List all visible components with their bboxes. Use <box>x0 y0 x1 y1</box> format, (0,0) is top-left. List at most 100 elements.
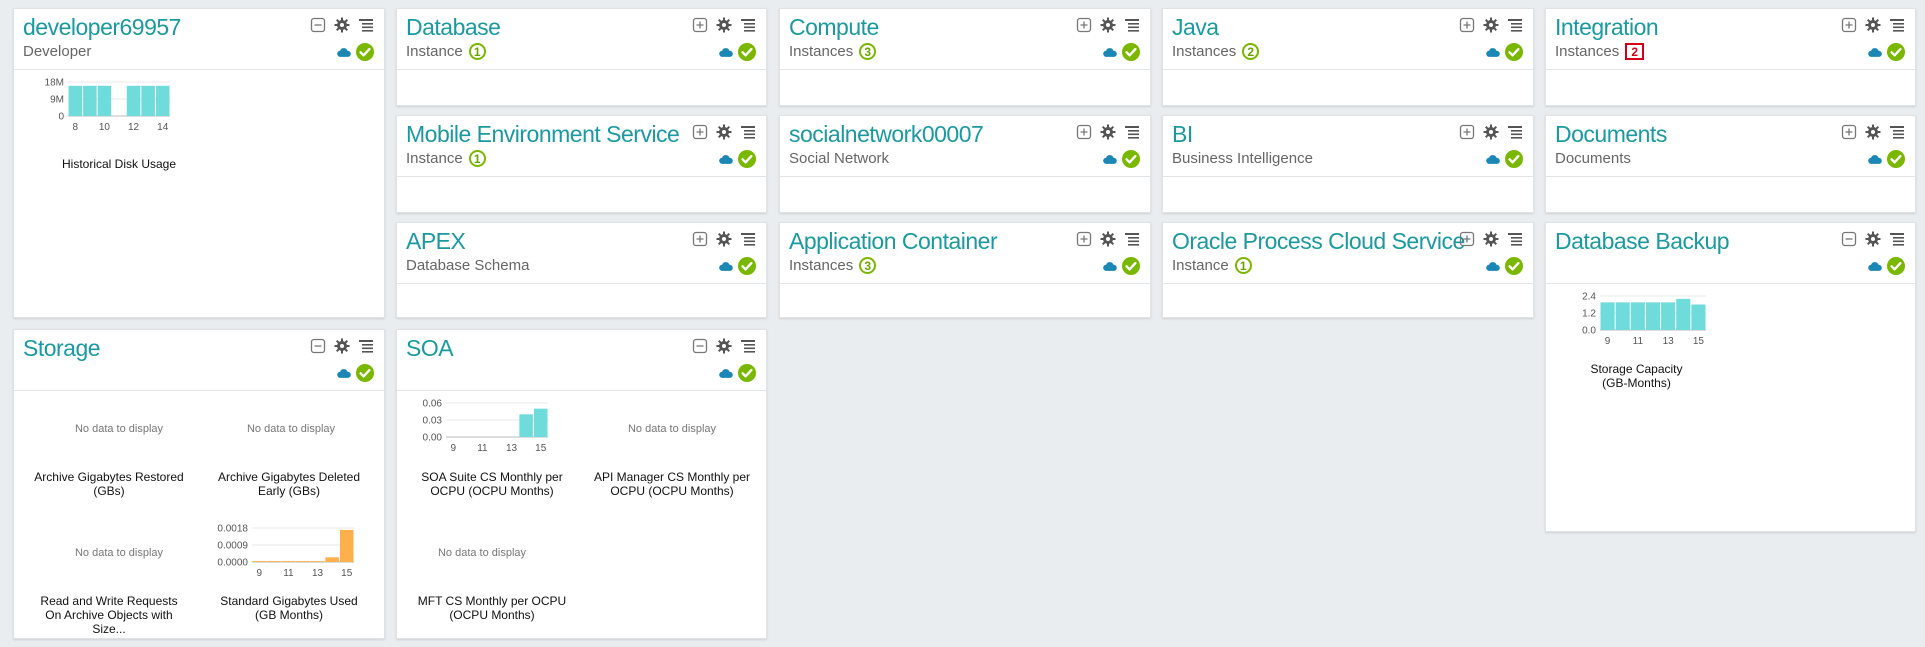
card-title[interactable]: Oracle Process Cloud Service <box>1172 228 1465 255</box>
card-subtitle: Business Intelligence <box>1172 150 1313 167</box>
status-area <box>1868 150 1905 168</box>
card-title[interactable]: Integration <box>1555 14 1659 41</box>
instance-count-badge[interactable]: 1 <box>468 43 486 60</box>
card-header: Oracle Process Cloud Service Instance 1 <box>1163 223 1533 284</box>
bar[interactable] <box>533 408 548 437</box>
bar[interactable] <box>310 561 325 562</box>
bar[interactable] <box>155 85 170 116</box>
card-title[interactable]: socialnetwork00007 <box>789 121 984 148</box>
expand-icon[interactable] <box>1076 124 1092 140</box>
gear-icon[interactable] <box>716 17 732 33</box>
gear-icon[interactable] <box>716 338 732 354</box>
card-title[interactable]: Mobile Environment Service <box>406 121 680 148</box>
instance-count-badge[interactable]: 3 <box>859 257 877 274</box>
expand-icon[interactable] <box>692 124 708 140</box>
menu-icon[interactable] <box>1507 124 1523 140</box>
gear-icon[interactable] <box>1865 17 1881 33</box>
y-tick-label: 18M <box>45 78 64 89</box>
check-icon <box>738 364 756 382</box>
gear-icon[interactable] <box>1100 124 1116 140</box>
collapse-icon[interactable] <box>1841 231 1857 247</box>
expand-icon[interactable] <box>1459 124 1475 140</box>
y-tick-label: 0.0 <box>1582 326 1596 337</box>
expand-icon[interactable] <box>1076 17 1092 33</box>
expand-icon[interactable] <box>1841 124 1857 140</box>
gear-icon[interactable] <box>716 124 732 140</box>
card-title[interactable]: BI <box>1172 121 1193 148</box>
subtitle-text: Instance <box>406 43 463 60</box>
expand-icon[interactable] <box>1076 231 1092 247</box>
card-tools <box>1076 231 1140 247</box>
card-title[interactable]: Application Container <box>789 228 998 255</box>
menu-icon[interactable] <box>740 338 756 354</box>
menu-icon[interactable] <box>358 17 374 33</box>
menu-icon[interactable] <box>1124 17 1140 33</box>
gear-icon[interactable] <box>1483 124 1499 140</box>
y-tick-label: 0.00 <box>423 433 443 444</box>
x-tick-label: 11 <box>283 568 294 579</box>
card-title[interactable]: Database <box>406 14 501 41</box>
card-title[interactable]: APEX <box>406 228 466 255</box>
card-title[interactable]: SOA <box>406 335 454 362</box>
bar[interactable] <box>1676 298 1691 330</box>
menu-icon[interactable] <box>740 124 756 140</box>
menu-icon[interactable] <box>1124 231 1140 247</box>
instance-count-badge[interactable]: 2 <box>1242 43 1260 60</box>
bar[interactable] <box>83 85 97 116</box>
bar[interactable] <box>1691 304 1706 331</box>
card-title[interactable]: Documents <box>1555 121 1667 148</box>
cloud-icon <box>719 261 733 272</box>
gear-icon[interactable] <box>716 231 732 247</box>
bar[interactable] <box>1645 302 1661 330</box>
collapse-icon[interactable] <box>310 17 326 33</box>
bar[interactable] <box>325 557 339 562</box>
expand-icon[interactable] <box>1459 231 1475 247</box>
gear-icon[interactable] <box>334 338 350 354</box>
gear-icon[interactable] <box>1483 231 1499 247</box>
bar[interactable] <box>97 85 112 116</box>
card-title[interactable]: Compute <box>789 14 879 41</box>
card-title[interactable]: Java <box>1172 14 1219 41</box>
expand-icon[interactable] <box>1459 17 1475 33</box>
instance-count-badge[interactable]: 1 <box>1234 257 1252 274</box>
instance-count-badge[interactable]: 1 <box>468 150 486 167</box>
bar[interactable] <box>296 561 310 562</box>
bar[interactable] <box>141 85 155 116</box>
menu-icon[interactable] <box>1889 124 1905 140</box>
collapse-icon[interactable] <box>310 338 326 354</box>
bar[interactable] <box>1600 302 1615 330</box>
bar[interactable] <box>126 85 141 116</box>
menu-icon[interactable] <box>1124 124 1140 140</box>
menu-icon[interactable] <box>1507 17 1523 33</box>
card-title[interactable]: Database Backup <box>1555 228 1730 255</box>
instance-warning-badge[interactable]: 2 <box>1625 43 1645 60</box>
menu-icon[interactable] <box>740 17 756 33</box>
menu-icon[interactable] <box>1507 231 1523 247</box>
bar[interactable] <box>281 561 296 562</box>
bar[interactable] <box>339 529 354 562</box>
gear-icon[interactable] <box>1100 17 1116 33</box>
gear-icon[interactable] <box>1865 124 1881 140</box>
card-title[interactable]: developer69957 <box>23 14 181 41</box>
gear-icon[interactable] <box>334 17 350 33</box>
bar[interactable] <box>267 561 281 562</box>
bar[interactable] <box>252 561 267 562</box>
expand-icon[interactable] <box>692 17 708 33</box>
card-title[interactable]: Storage <box>23 335 101 362</box>
bar[interactable] <box>519 414 533 437</box>
expand-icon[interactable] <box>1841 17 1857 33</box>
bar[interactable] <box>1615 302 1630 330</box>
instance-count-badge[interactable]: 3 <box>859 43 877 60</box>
menu-icon[interactable] <box>740 231 756 247</box>
collapse-icon[interactable] <box>692 338 708 354</box>
menu-icon[interactable] <box>1889 231 1905 247</box>
gear-icon[interactable] <box>1865 231 1881 247</box>
bar[interactable] <box>68 85 83 116</box>
bar[interactable] <box>1630 302 1645 330</box>
gear-icon[interactable] <box>1483 17 1499 33</box>
gear-icon[interactable] <box>1100 231 1116 247</box>
menu-icon[interactable] <box>358 338 374 354</box>
menu-icon[interactable] <box>1889 17 1905 33</box>
bar[interactable] <box>1661 302 1676 330</box>
expand-icon[interactable] <box>692 231 708 247</box>
